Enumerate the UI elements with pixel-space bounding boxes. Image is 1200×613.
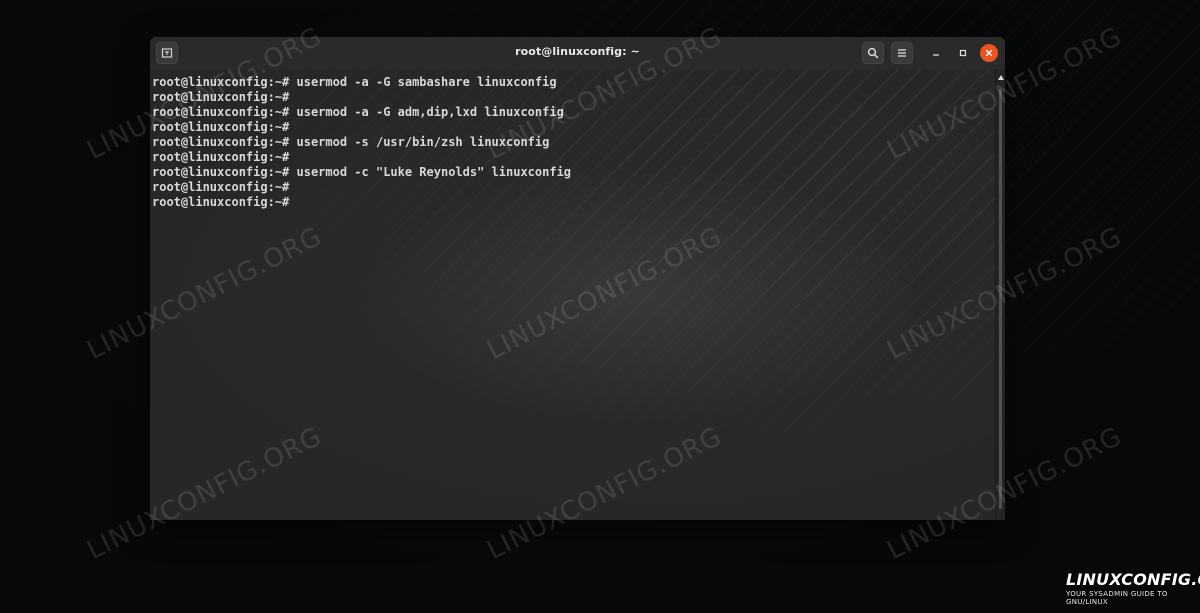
terminal-line: root@linuxconfig:~# usermod -a -G adm,di…: [152, 105, 564, 119]
title-bar[interactable]: root@linuxconfig: ~: [150, 37, 1005, 70]
terminal-line: root@linuxconfig:~#: [152, 90, 290, 104]
terminal-line: root@linuxconfig:~# usermod -c "Luke Rey…: [152, 165, 572, 179]
minimize-icon: [933, 54, 939, 56]
minimize-button[interactable]: [927, 44, 945, 62]
new-tab-button[interactable]: [156, 42, 178, 64]
terminal-line: root@linuxconfig:~#: [152, 120, 290, 134]
search-button[interactable]: [862, 42, 884, 64]
close-icon: [985, 49, 993, 57]
terminal-line: root@linuxconfig:~#: [152, 150, 290, 164]
maximize-icon: [959, 49, 967, 57]
site-logo: LINUXCONFIG.ORG YOUR SYSADMIN GUIDE TO G…: [1066, 570, 1200, 607]
logo-text: LINUXCONFIG.ORG: [1066, 570, 1200, 589]
terminal-line: root@linuxconfig:~#: [152, 180, 290, 194]
scrollbar-thumb[interactable]: [999, 89, 1002, 509]
new-tab-icon: [161, 48, 173, 58]
terminal-line: root@linuxconfig:~#: [152, 195, 290, 209]
terminal-scrollbar[interactable]: [995, 69, 1005, 520]
search-icon: [867, 47, 879, 59]
terminal-line: root@linuxconfig:~# usermod -a -G sambas…: [152, 75, 557, 89]
terminal-output[interactable]: root@linuxconfig:~# usermod -a -G sambas…: [152, 75, 571, 210]
terminal-window: root@linuxconfig: ~ root@linuxconfig:~# …: [150, 37, 1005, 520]
menu-button[interactable]: [891, 42, 913, 64]
hamburger-menu-icon: [898, 49, 906, 57]
close-button[interactable]: [980, 44, 998, 62]
terminal-content[interactable]: root@linuxconfig:~# usermod -a -G sambas…: [150, 69, 995, 520]
terminal-line: root@linuxconfig:~# usermod -s /usr/bin/…: [152, 135, 550, 149]
maximize-button[interactable]: [954, 44, 972, 62]
scroll-up-arrow-icon[interactable]: [998, 75, 1004, 80]
logo-tagline: YOUR SYSADMIN GUIDE TO GNU/LINUX: [1066, 590, 1168, 606]
